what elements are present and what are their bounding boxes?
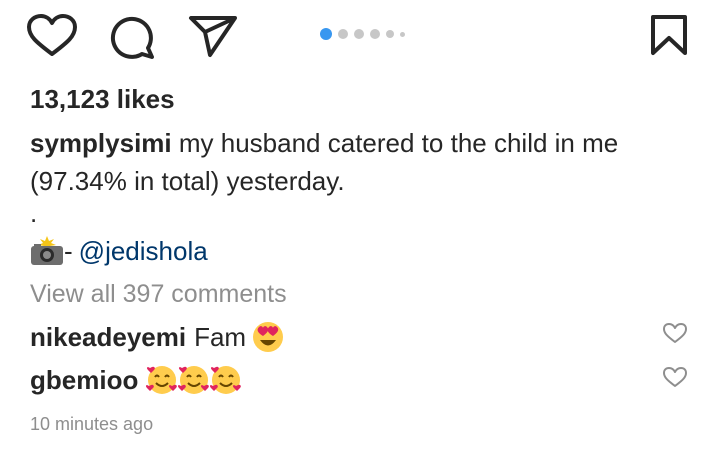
comment-row: gbemioo: [30, 363, 242, 397]
smiling-face-with-hearts-emoji: [210, 366, 242, 394]
comment-like-heart-icon[interactable]: [662, 322, 688, 344]
smiling-face-with-hearts-emoji: [178, 366, 210, 394]
carousel-dot-active: [320, 28, 332, 40]
post-caption: symplysimi my husband catered to the chi…: [30, 124, 690, 200]
comment-text: Fam: [194, 321, 247, 352]
carousel-dot: [386, 30, 394, 38]
carousel-dot: [400, 31, 405, 37]
heart-eyes-emoji: [253, 322, 284, 352]
credit-handle-link[interactable]: @jedishola: [79, 234, 208, 268]
bookmark-icon[interactable]: [650, 14, 688, 56]
carousel-dot: [354, 29, 364, 39]
carousel-dot: [370, 29, 380, 39]
comment-like-heart-icon[interactable]: [662, 366, 688, 388]
comment-row: nikeadeyemi Fam: [30, 320, 284, 354]
comment-username[interactable]: gbemioo: [30, 365, 138, 396]
smiling-face-with-hearts-emoji: [146, 366, 178, 394]
carousel-indicator: [320, 28, 405, 40]
comment-icon[interactable]: [110, 14, 156, 60]
caption-username[interactable]: symplysimi: [30, 128, 172, 158]
post-action-bar: [0, 0, 720, 72]
carousel-dot: [338, 29, 348, 39]
credit-separator: -: [64, 236, 73, 266]
send-icon[interactable]: [188, 14, 238, 58]
photo-credit: - @jedishola: [30, 234, 208, 268]
post-timestamp: 10 minutes ago: [30, 414, 154, 434]
like-heart-icon[interactable]: [26, 14, 78, 58]
caption-dot-line: .: [30, 198, 38, 228]
likes-count[interactable]: 13,123 likes: [30, 84, 175, 115]
comment-username[interactable]: nikeadeyemi: [30, 322, 186, 353]
camera-flash-icon: [31, 236, 63, 265]
view-all-comments-link[interactable]: View all 397 comments: [30, 280, 287, 309]
